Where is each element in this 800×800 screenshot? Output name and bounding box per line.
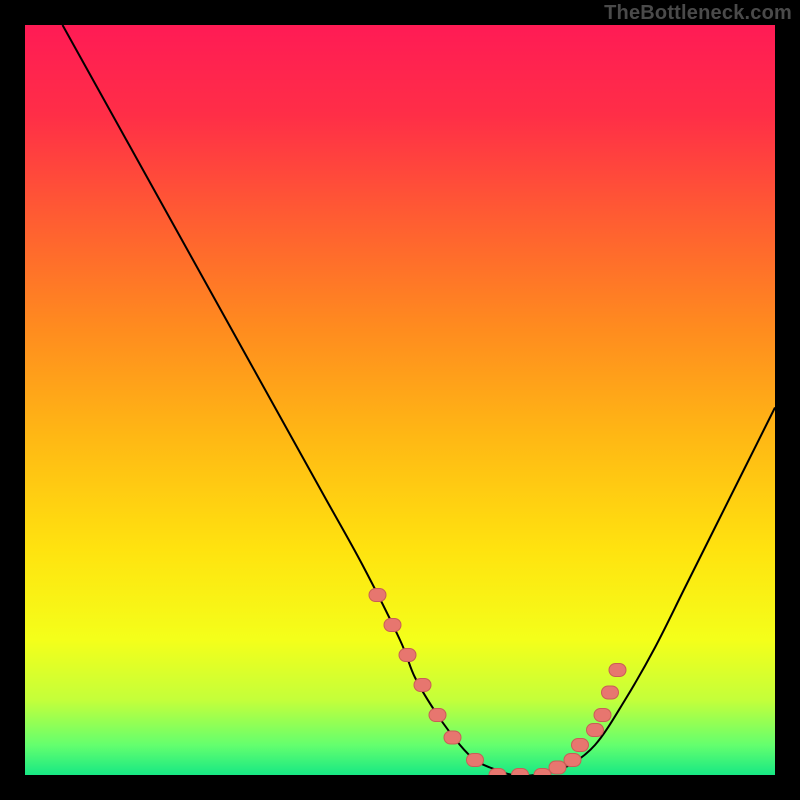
highlight-marker bbox=[414, 679, 431, 692]
highlight-marker bbox=[534, 769, 551, 776]
bottleneck-chart bbox=[25, 25, 775, 775]
highlight-marker bbox=[602, 686, 619, 699]
highlight-marker bbox=[489, 769, 506, 776]
highlight-marker bbox=[399, 649, 416, 662]
highlight-marker bbox=[564, 754, 581, 767]
highlight-marker bbox=[549, 761, 566, 774]
plot-area bbox=[25, 25, 775, 775]
highlight-marker bbox=[609, 664, 626, 677]
chart-frame: TheBottleneck.com bbox=[0, 0, 800, 800]
highlight-marker bbox=[369, 589, 386, 602]
highlight-marker bbox=[384, 619, 401, 632]
highlight-marker bbox=[444, 731, 461, 744]
highlight-marker bbox=[429, 709, 446, 722]
highlight-marker bbox=[512, 769, 529, 776]
highlight-marker bbox=[594, 709, 611, 722]
highlight-marker bbox=[467, 754, 484, 767]
highlight-marker bbox=[572, 739, 589, 752]
watermark-text: TheBottleneck.com bbox=[604, 2, 792, 25]
highlight-marker bbox=[587, 724, 604, 737]
gradient-background bbox=[25, 25, 775, 775]
